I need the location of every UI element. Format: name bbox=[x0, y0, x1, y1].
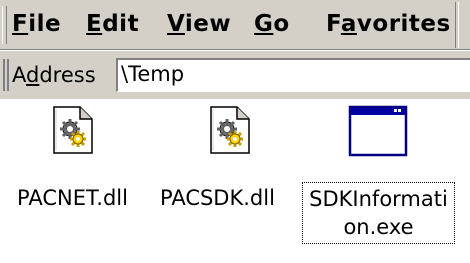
address-bar-grip[interactable] bbox=[3, 59, 9, 91]
address-label-pre: A bbox=[12, 63, 26, 87]
menu-file-label: ile bbox=[28, 11, 62, 37]
address-label-rest: dress bbox=[39, 63, 96, 87]
dll-settings-icon bbox=[48, 105, 98, 159]
file-name-line-2: on.exe bbox=[343, 215, 414, 239]
address-bar: Address \Temp bbox=[0, 51, 470, 99]
menu-file-accel: F bbox=[12, 11, 29, 37]
menu-bar-separator bbox=[455, 2, 459, 48]
file-name-line-1: SDKInformati bbox=[309, 187, 448, 211]
application-window-icon bbox=[348, 105, 408, 161]
menu-favorites-pre: F bbox=[326, 11, 341, 37]
menu-favorites[interactable]: Favorites bbox=[326, 9, 451, 39]
file-name: PACSDK.dll bbox=[160, 186, 275, 210]
file-list: PACNET.dll PACSDK.dll SDKInformati on.ex… bbox=[0, 100, 470, 263]
menu-go-label: o bbox=[273, 11, 290, 37]
address-input[interactable]: \Temp bbox=[116, 58, 470, 92]
address-label-accel: d bbox=[26, 63, 40, 87]
menu-bar: File Edit View Go Favorites bbox=[0, 0, 470, 50]
menu-view[interactable]: View bbox=[167, 9, 231, 39]
dll-settings-icon bbox=[205, 105, 255, 159]
menu-edit-label: dit bbox=[102, 11, 140, 37]
file-item-pacnet[interactable]: PACNET.dll bbox=[0, 100, 150, 260]
menu-edit-accel: E bbox=[86, 11, 103, 37]
menu-go[interactable]: Go bbox=[254, 9, 290, 39]
menu-edit[interactable]: Edit bbox=[86, 9, 139, 39]
menu-favorites-accel: a bbox=[340, 11, 357, 37]
file-name-selected: SDKInformati on.exe bbox=[302, 182, 455, 244]
address-label: Address bbox=[12, 63, 96, 87]
menu-go-accel: G bbox=[254, 11, 274, 37]
menu-bar-grip[interactable] bbox=[2, 6, 7, 44]
menu-view-label: iew bbox=[184, 11, 232, 37]
file-item-sdkinformation[interactable]: SDKInformati on.exe bbox=[300, 100, 470, 260]
file-item-pacsdk[interactable]: PACSDK.dll bbox=[150, 100, 300, 260]
menu-favorites-label: vorites bbox=[356, 11, 451, 37]
menu-view-accel: V bbox=[167, 11, 185, 37]
menu-file[interactable]: File bbox=[12, 9, 61, 39]
file-name: PACNET.dll bbox=[17, 186, 128, 210]
